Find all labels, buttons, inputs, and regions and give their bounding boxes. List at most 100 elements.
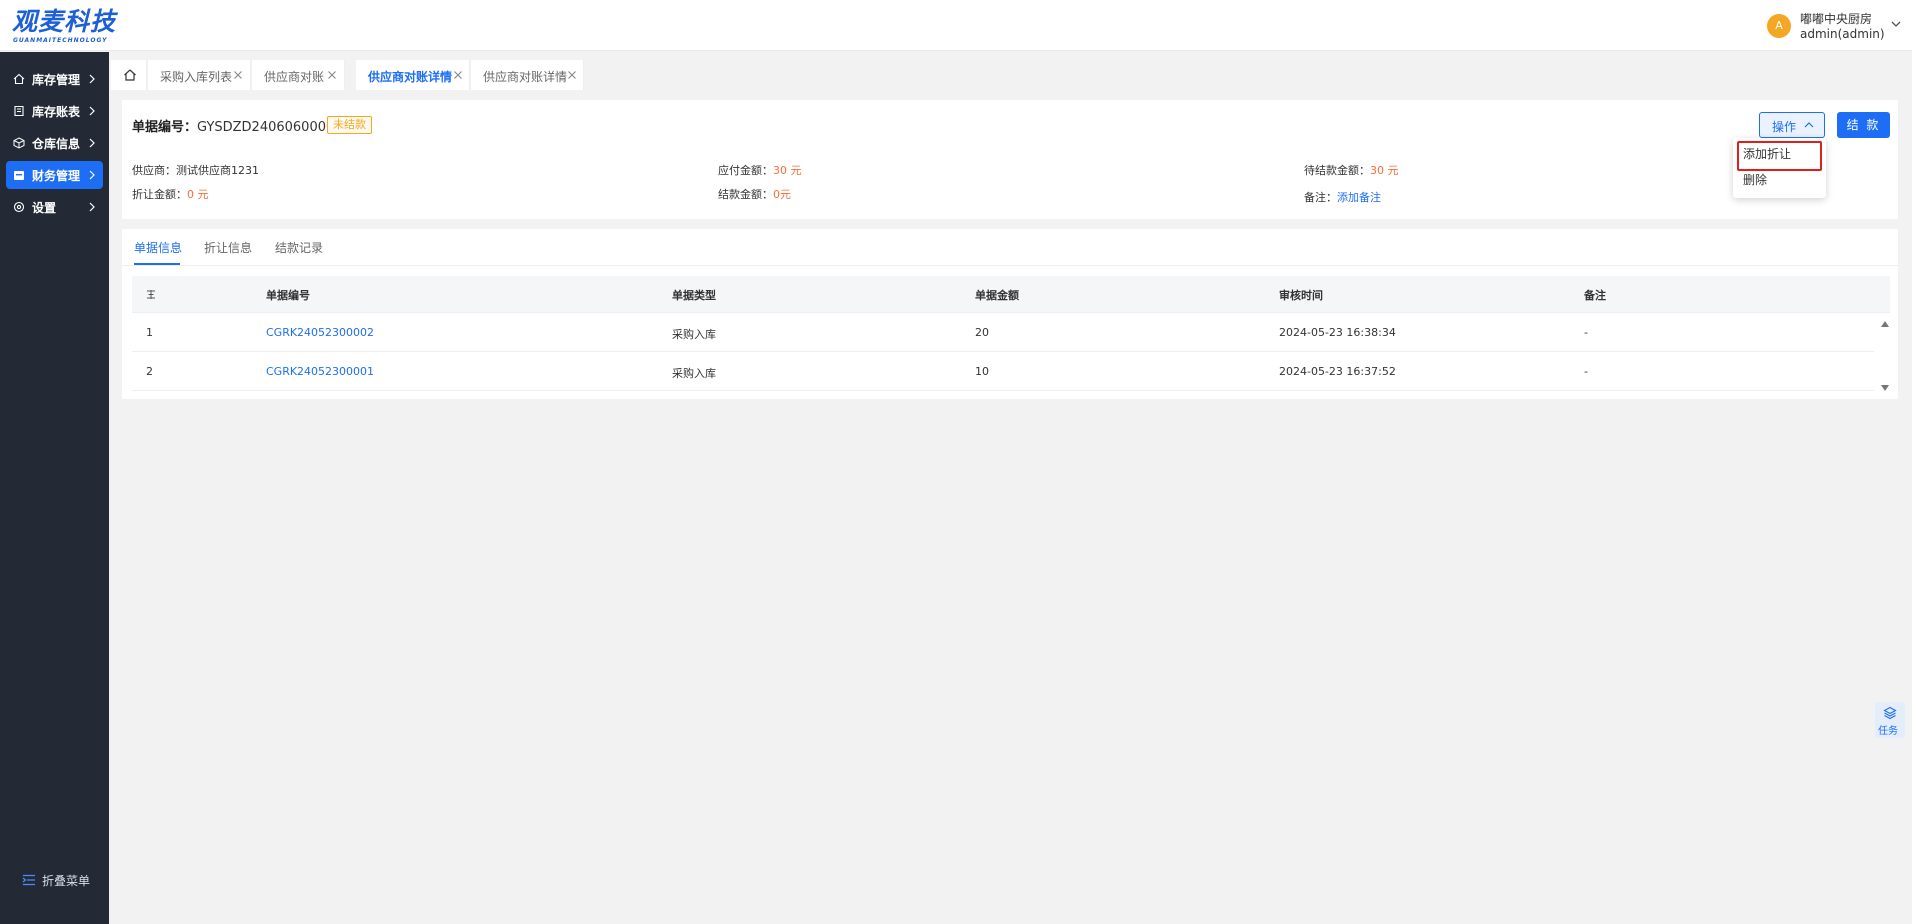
collapse-menu-button[interactable]: 折叠菜单 xyxy=(22,872,102,888)
operations-button[interactable]: 操作 xyxy=(1759,112,1825,138)
column-header: 单据类型 xyxy=(672,289,716,302)
doc-details-card: 单据信息 折让信息 结款记录 单据编号 单据类型 单据金额 审核时间 备注 1 … xyxy=(122,229,1898,399)
page-title: 单据编号：GYSDZD24060600008 xyxy=(132,116,343,135)
home-icon xyxy=(13,73,25,85)
remark-label: 备注： xyxy=(1304,191,1337,204)
close-icon[interactable] xyxy=(233,70,243,80)
wallet-icon xyxy=(14,171,24,180)
menu-fold-icon xyxy=(22,874,35,886)
doc-number-link[interactable]: CGRK24052300001 xyxy=(266,365,374,378)
supplier-value: 测试供应商1231 xyxy=(176,164,259,177)
pending-field: 待结款金额：30 元 xyxy=(1304,162,1399,178)
tabs-divider xyxy=(122,265,1898,266)
tab-label: 采购入库列表 xyxy=(160,70,233,84)
chevron-right-icon xyxy=(89,106,95,116)
doc-type: 采购入库 xyxy=(672,367,716,380)
doc-number-label: 单据编号： xyxy=(132,120,198,135)
supplier-label: 供应商： xyxy=(132,164,176,177)
doc-number: GYSDZD24060600008 xyxy=(197,120,343,135)
home-icon xyxy=(124,69,136,81)
gear-icon xyxy=(13,201,25,213)
tab-supplier-reconciliation[interactable]: 供应商对账 xyxy=(252,60,345,90)
doc-amount: 20 xyxy=(975,326,989,339)
doc-amount: 10 xyxy=(975,365,989,378)
row-index: 1 xyxy=(146,326,153,339)
status-badge: 未结款 xyxy=(327,116,372,134)
tab-supplier-reconciliation-detail[interactable]: 供应商对账详情 xyxy=(356,60,470,90)
discount-label: 折让金额： xyxy=(132,188,187,201)
table-header: 单据编号 单据类型 单据金额 审核时间 备注 xyxy=(132,276,1890,313)
doc-type: 采购入库 xyxy=(672,328,716,341)
column-header: 单据金额 xyxy=(975,289,1019,302)
sidebar-item-warehouse[interactable]: 仓库信息 xyxy=(6,129,103,157)
pending-value: 30 元 xyxy=(1370,164,1399,177)
active-tab-indicator xyxy=(134,263,180,265)
user-name: admin(admin) xyxy=(1800,27,1885,41)
chevron-up-icon xyxy=(1804,122,1814,128)
table-row: 2 CGRK24052300001 采购入库 10 2024-05-23 16:… xyxy=(132,352,1874,391)
sidebar-item-label: 仓库信息 xyxy=(32,137,81,151)
sidebar: 库存管理 库存账表 仓库信息 财务管理 设置 折叠菜单 xyxy=(0,52,109,924)
scroll-up-icon[interactable] xyxy=(1880,320,1890,328)
sidebar-item-label: 财务管理 xyxy=(32,169,81,183)
chevron-down-icon[interactable] xyxy=(1890,18,1902,30)
doc-table: 单据编号 单据类型 单据金额 审核时间 备注 1 CGRK24052300002… xyxy=(132,276,1890,392)
collapse-menu-label: 折叠菜单 xyxy=(42,874,91,888)
user-menu[interactable]: A 嘟嘟中央厨房 admin(admin) xyxy=(1767,9,1902,43)
review-time: 2024-05-23 16:37:52 xyxy=(1279,365,1396,378)
tab-purchase-inbound-list[interactable]: 采购入库列表 xyxy=(148,60,251,90)
brand-tagline: GUANMAITECHNOLOGY xyxy=(13,37,108,44)
menu-item-label: 添加折让 xyxy=(1743,147,1792,161)
brand-name: 观麦科技 xyxy=(12,7,117,36)
cube-icon xyxy=(13,137,25,149)
sidebar-item-inventory[interactable]: 库存管理 xyxy=(6,65,103,93)
sidebar-item-settings[interactable]: 设置 xyxy=(6,193,103,221)
settle-button[interactable]: 结 款 xyxy=(1837,112,1890,138)
column-settings-icon[interactable] xyxy=(146,289,156,300)
tab-supplier-reconciliation-detail-2[interactable]: 供应商对账详情 xyxy=(471,60,584,90)
close-icon[interactable] xyxy=(567,70,577,80)
supplier-field: 供应商：测试供应商1231 xyxy=(132,162,259,178)
review-time: 2024-05-23 16:38:34 xyxy=(1279,326,1396,339)
close-icon[interactable] xyxy=(327,70,337,80)
scroll-down-icon[interactable] xyxy=(1880,384,1890,392)
layers-icon xyxy=(1883,706,1897,720)
tab-home[interactable] xyxy=(111,60,147,90)
doc-number-link[interactable]: CGRK24052300002 xyxy=(266,326,374,339)
column-header: 备注 xyxy=(1584,289,1606,302)
operations-label: 操作 xyxy=(1772,120,1797,134)
doc-summary-card: 单据编号：GYSDZD24060600008 未结款 操作 结 款 供应商：测试… xyxy=(122,100,1898,219)
chevron-right-icon xyxy=(89,138,95,148)
settled-value: 0元 xyxy=(773,188,791,201)
book-icon xyxy=(14,105,24,117)
task-float-button[interactable]: 任务 xyxy=(1875,702,1905,738)
menu-item-delete[interactable]: 删除 xyxy=(1733,166,1826,192)
tab-doc-info[interactable]: 单据信息 xyxy=(134,239,182,256)
page-tabs: 采购入库列表 供应商对账 供应商对账详情 供应商对账详情 xyxy=(109,52,1912,90)
add-remark-link[interactable]: 添加备注 xyxy=(1337,191,1381,204)
user-org: 嘟嘟中央厨房 xyxy=(1800,12,1873,26)
tab-settlement-records[interactable]: 结款记录 xyxy=(275,239,323,256)
sidebar-item-label: 库存账表 xyxy=(32,105,81,119)
pending-label: 待结款金额： xyxy=(1304,164,1370,177)
tab-discount-info[interactable]: 折让信息 xyxy=(204,239,252,256)
remark-field: 备注：添加备注 xyxy=(1304,189,1381,205)
avatar: A xyxy=(1767,14,1791,38)
chevron-right-icon xyxy=(89,202,95,212)
chevron-right-icon xyxy=(89,170,95,180)
table-row: 1 CGRK24052300002 采购入库 20 2024-05-23 16:… xyxy=(132,313,1874,352)
task-label: 任务 xyxy=(1878,726,1898,737)
menu-item-add-discount[interactable]: 添加折让 xyxy=(1733,140,1826,166)
operations-dropdown: 添加折让 删除 xyxy=(1733,138,1826,198)
close-icon[interactable] xyxy=(453,70,463,80)
brand-logo[interactable]: 观麦科技 GUANMAITECHNOLOGY xyxy=(12,7,122,45)
menu-item-label: 删除 xyxy=(1743,173,1768,187)
sidebar-item-finance[interactable]: 财务管理 xyxy=(6,161,103,189)
payable-field: 应付金额：30 元 xyxy=(718,162,802,178)
settled-label: 结款金额： xyxy=(718,188,773,201)
payable-value: 30 元 xyxy=(773,164,802,177)
column-header: 审核时间 xyxy=(1279,289,1323,302)
chevron-right-icon xyxy=(89,74,95,84)
sidebar-item-label: 设置 xyxy=(32,201,57,215)
sidebar-item-ledger[interactable]: 库存账表 xyxy=(6,97,103,125)
